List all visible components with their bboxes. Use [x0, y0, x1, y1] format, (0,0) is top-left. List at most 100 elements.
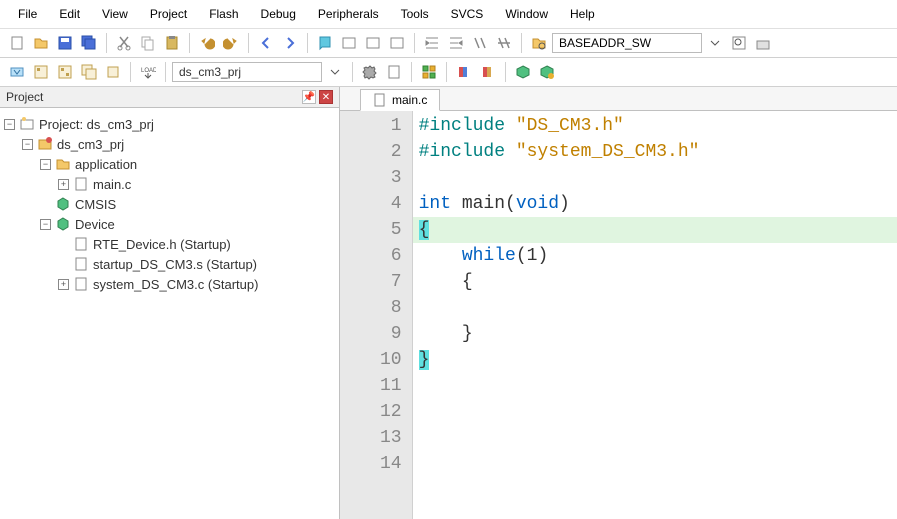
menu-view[interactable]: View — [92, 4, 138, 24]
redo-icon[interactable] — [220, 32, 242, 54]
nav-back-icon[interactable] — [255, 32, 277, 54]
cut-icon[interactable] — [113, 32, 135, 54]
search-input[interactable] — [552, 33, 702, 53]
menu-peripherals[interactable]: Peripherals — [308, 4, 389, 24]
code-token: { — [419, 272, 473, 292]
tree-folder-cmsis-label: CMSIS — [75, 197, 116, 212]
options-icon[interactable] — [359, 61, 381, 83]
undo-icon[interactable] — [196, 32, 218, 54]
file-tab-label: main.c — [392, 93, 427, 107]
bookmark-clear-icon[interactable] — [386, 32, 408, 54]
main-area: Project 📌 ✕ − Project: ds_cm3_prj − ds_c… — [0, 87, 897, 519]
collapse-icon[interactable]: − — [22, 139, 33, 150]
line-number-gutter: 1234567891011121314 — [340, 111, 413, 519]
target-selector[interactable]: ds_cm3_prj — [172, 62, 322, 82]
paste-icon[interactable] — [161, 32, 183, 54]
bookmark-flag-icon[interactable] — [314, 32, 336, 54]
copy-icon[interactable] — [137, 32, 159, 54]
code-content[interactable]: #include "DS_CM3.h" #include "system_DS_… — [413, 111, 897, 519]
project-panel-title: Project — [6, 90, 43, 104]
manage-rte-icon[interactable] — [418, 61, 440, 83]
tree-file-mainc[interactable]: + main.c — [58, 174, 335, 194]
menu-debug[interactable]: Debug — [251, 4, 306, 24]
tree-root[interactable]: − Project: ds_cm3_prj — [4, 114, 335, 134]
tree-file-mainc-label: main.c — [93, 177, 131, 192]
main-toolbar — [0, 29, 897, 58]
menu-project[interactable]: Project — [140, 4, 197, 24]
project-tree[interactable]: − Project: ds_cm3_prj − ds_cm3_prj − app… — [0, 108, 339, 519]
target-dropdown-icon[interactable] — [324, 61, 346, 83]
tree-file-rtedevice[interactable]: RTE_Device.h (Startup) — [58, 234, 335, 254]
pack2-icon[interactable] — [536, 61, 558, 83]
books-icon[interactable] — [453, 61, 475, 83]
outdent-icon[interactable] — [445, 32, 467, 54]
panel-pin-icon[interactable]: 📌 — [302, 90, 316, 104]
menu-edit[interactable]: Edit — [49, 4, 90, 24]
code-token: } — [419, 350, 430, 370]
menu-window[interactable]: Window — [495, 4, 558, 24]
collapse-icon[interactable]: − — [40, 219, 51, 230]
collapse-icon[interactable]: − — [40, 159, 51, 170]
bookmark-prev-icon[interactable] — [338, 32, 360, 54]
indent-icon[interactable] — [421, 32, 443, 54]
find-in-files-icon[interactable] — [528, 32, 550, 54]
new-file-icon[interactable] — [6, 32, 28, 54]
code-token: { — [419, 220, 430, 240]
h-file-icon — [73, 236, 89, 252]
bookmark-next-icon[interactable] — [362, 32, 384, 54]
s-file-icon — [73, 256, 89, 272]
tree-folder-app-label: application — [75, 157, 137, 172]
tree-file-system-label: system_DS_CM3.c (Startup) — [93, 277, 258, 292]
menubar: File Edit View Project Flash Debug Perip… — [0, 0, 897, 29]
tree-folder-cmsis[interactable]: CMSIS — [40, 194, 335, 214]
code-token — [419, 246, 462, 266]
tree-root-label: Project: ds_cm3_prj — [39, 117, 154, 132]
translate-icon[interactable] — [6, 61, 28, 83]
find-icon[interactable] — [728, 32, 750, 54]
tree-folder-application[interactable]: − application — [40, 154, 335, 174]
rebuild-icon[interactable] — [54, 61, 76, 83]
stop-build-icon[interactable] — [102, 61, 124, 83]
menu-flash[interactable]: Flash — [199, 4, 248, 24]
menu-help[interactable]: Help — [560, 4, 605, 24]
uncomment-icon[interactable] — [493, 32, 515, 54]
code-token: while — [462, 246, 516, 266]
component-icon — [55, 216, 71, 232]
panel-close-icon[interactable]: ✕ — [319, 90, 333, 104]
component-icon — [55, 196, 71, 212]
save-all-icon[interactable] — [78, 32, 100, 54]
tree-target[interactable]: − ds_cm3_prj — [22, 134, 335, 154]
expand-icon[interactable]: + — [58, 279, 69, 290]
expand-icon[interactable]: + — [58, 179, 69, 190]
target-icon — [37, 136, 53, 152]
editor-area: main.c 1234567891011121314 #include "DS_… — [340, 87, 897, 519]
download-icon[interactable]: LOAD — [137, 61, 159, 83]
code-token: void — [516, 194, 559, 214]
c-file-icon — [73, 176, 89, 192]
c-file-icon — [373, 93, 387, 107]
menu-file[interactable]: File — [8, 4, 47, 24]
save-icon[interactable] — [54, 32, 76, 54]
build-toolbar: LOAD ds_cm3_prj — [0, 58, 897, 87]
file-tab-mainc[interactable]: main.c — [360, 89, 440, 111]
menu-svcs[interactable]: SVCS — [441, 4, 494, 24]
code-editor[interactable]: 1234567891011121314 #include "DS_CM3.h" … — [340, 111, 897, 519]
build-icon[interactable] — [30, 61, 52, 83]
project-icon — [19, 116, 35, 132]
toolbox-icon[interactable] — [752, 32, 774, 54]
menu-tools[interactable]: Tools — [391, 4, 439, 24]
code-token: "DS_CM3.h" — [516, 116, 624, 136]
pack-installer-icon[interactable] — [512, 61, 534, 83]
nav-forward-icon[interactable] — [279, 32, 301, 54]
books2-icon[interactable] — [477, 61, 499, 83]
tree-file-system[interactable]: + system_DS_CM3.c (Startup) — [58, 274, 335, 294]
tree-file-startup[interactable]: startup_DS_CM3.s (Startup) — [58, 254, 335, 274]
collapse-icon[interactable]: − — [4, 119, 15, 130]
tree-folder-device[interactable]: − Device — [40, 214, 335, 234]
open-folder-icon[interactable] — [30, 32, 52, 54]
batch-build-icon[interactable] — [78, 61, 100, 83]
tree-target-label: ds_cm3_prj — [57, 137, 124, 152]
search-dropdown-icon[interactable] — [704, 32, 726, 54]
file-ext-icon[interactable] — [383, 61, 405, 83]
comment-icon[interactable] — [469, 32, 491, 54]
